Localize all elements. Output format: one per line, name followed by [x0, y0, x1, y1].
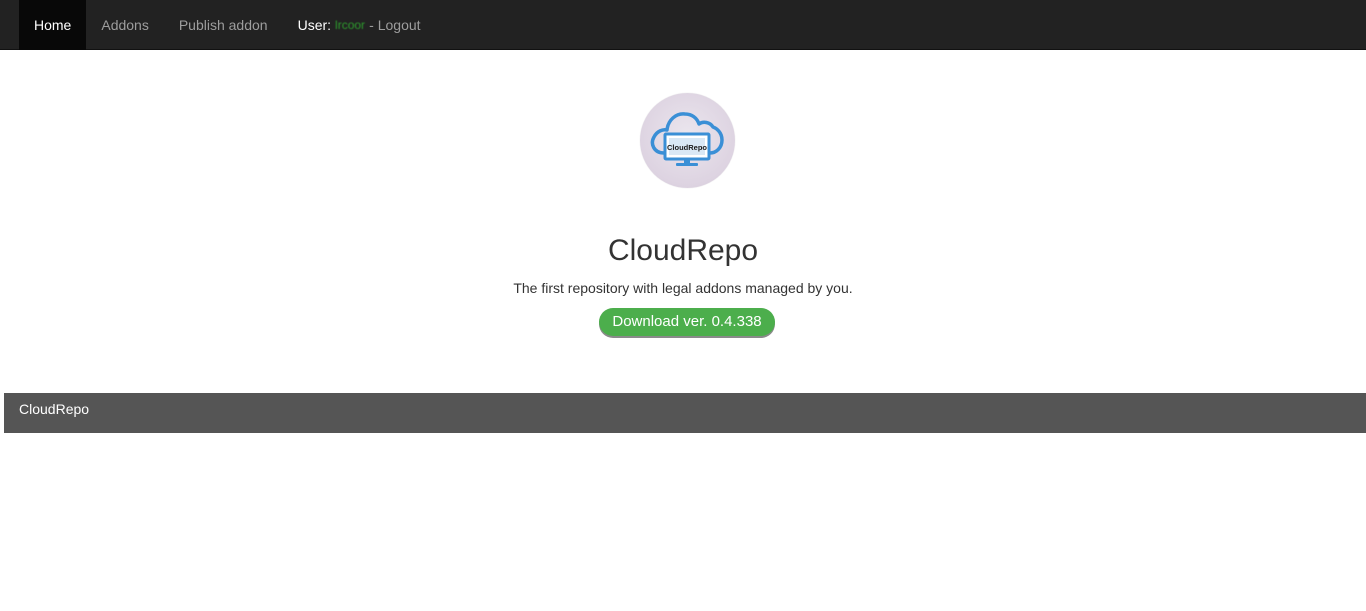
footer: CloudRepo	[4, 393, 1366, 433]
user-separator: -	[369, 17, 374, 33]
nav-list: Home Addons Publish addon User: lrcoor -…	[19, 0, 436, 50]
user-label: User:	[297, 17, 332, 33]
download-button[interactable]: Download ver. 0.4.338	[599, 308, 775, 336]
footer-brand: CloudRepo	[19, 401, 90, 417]
page-title: CloudRepo	[607, 234, 759, 267]
nav-addons-link[interactable]: Addons	[86, 0, 163, 50]
nav-publish-addon-link[interactable]: Publish addon	[164, 0, 283, 50]
user-name: lrcoor	[335, 18, 366, 32]
nav-user-info: User: lrcoor - Logout	[283, 0, 436, 50]
nav-home-link[interactable]: Home	[19, 0, 87, 50]
top-navbar: Home Addons Publish addon User: lrcoor -…	[0, 0, 1366, 50]
cloud-monitor-icon: CloudRepo	[650, 112, 724, 166]
app-logo: CloudRepo	[640, 93, 735, 188]
page-subtitle: The first repository with legal addons m…	[513, 280, 853, 296]
logout-link[interactable]: Logout	[378, 17, 421, 33]
logo-text: CloudRepo	[667, 143, 707, 152]
